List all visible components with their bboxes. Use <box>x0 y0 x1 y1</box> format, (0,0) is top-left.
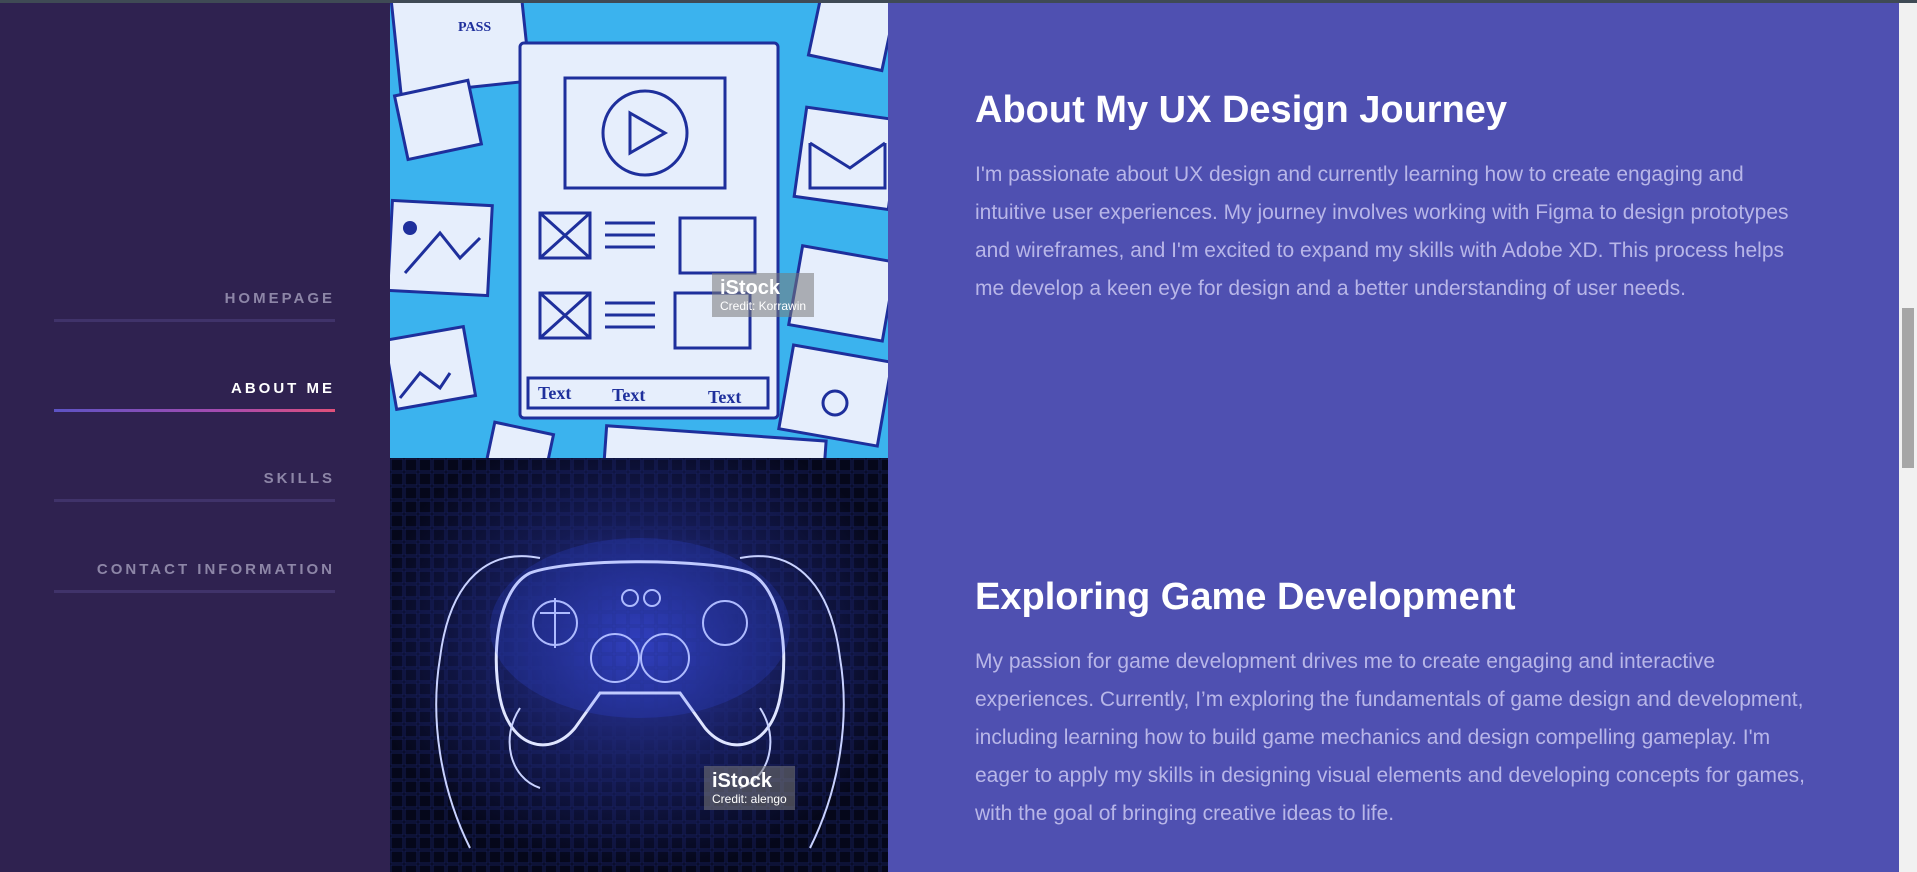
nav-item-skills[interactable]: SKILLS <box>54 468 335 502</box>
nav-item-label: HOMEPAGE <box>224 290 335 307</box>
nav-item-underline <box>54 319 335 322</box>
nav-item-about-me[interactable]: ABOUT ME <box>54 378 335 412</box>
main-content: Text Text Text PASS iStock Credit: Korra… <box>390 3 1899 872</box>
watermark-credit: Credit: alengo <box>712 792 787 806</box>
scrollbar-thumb[interactable] <box>1902 308 1914 468</box>
sidebar-nav: HOMEPAGE ABOUT ME SKILLS CONTACT INFORMA… <box>0 3 390 872</box>
section-title: Exploring Game Development <box>975 576 1516 618</box>
sketch-text: Text <box>708 387 741 407</box>
nav-item-contact-information[interactable]: CONTACT INFORMATION <box>54 559 335 593</box>
page-scrollbar[interactable] <box>1899 3 1917 872</box>
game-section: Exploring Game Development My passion fo… <box>975 575 1805 833</box>
nav-item-label: SKILLS <box>263 470 335 487</box>
nav-item-underline <box>54 590 335 593</box>
game-image: iStock Credit: alengo <box>390 458 888 872</box>
nav-item-label: ABOUT ME <box>231 380 335 397</box>
istock-watermark: iStock Credit: alengo <box>704 766 795 810</box>
sketch-badge-text: PASS <box>458 20 491 35</box>
ux-image: Text Text Text PASS iStock Credit: Korra… <box>390 3 888 458</box>
istock-watermark: iStock Credit: Korrawin <box>712 273 815 317</box>
wireframe-sketch-image: Text Text Text PASS <box>390 3 888 458</box>
section-title: About My UX Design Journey <box>975 89 1508 131</box>
nav-item-label: CONTACT INFORMATION <box>96 561 335 578</box>
nav-item-underline <box>54 499 335 502</box>
nav-item-underline-active <box>54 409 335 412</box>
sketch-text: Text <box>538 383 571 403</box>
section-body: I'm passionate about UX design and curre… <box>975 163 1789 300</box>
watermark-brand: iStock <box>712 770 773 792</box>
nav-item-homepage[interactable]: HOMEPAGE <box>54 288 335 322</box>
ux-section: About My UX Design Journey I'm passionat… <box>975 88 1805 308</box>
gamepad-controller-image <box>390 458 888 872</box>
section-body: My passion for game development drives m… <box>975 650 1805 825</box>
sketch-text: Text <box>612 385 645 405</box>
watermark-brand: iStock <box>720 277 781 299</box>
watermark-credit: Credit: Korrawin <box>720 299 807 313</box>
